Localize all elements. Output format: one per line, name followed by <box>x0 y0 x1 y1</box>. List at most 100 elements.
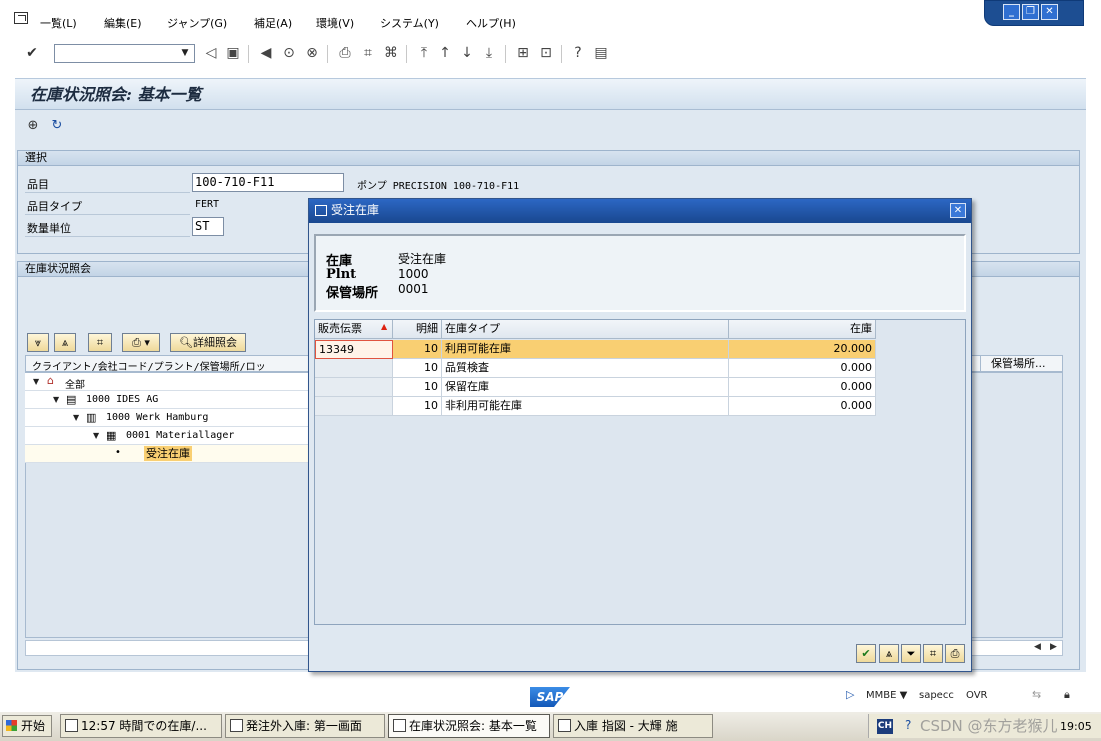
menu-extras[interactable]: 補足(A) <box>254 15 292 31</box>
input-mode[interactable]: OVR <box>966 690 987 701</box>
tree-column-title: クライアント/会社コード/プラント/保管場所/ロッ <box>32 362 266 373</box>
filter-button[interactable]: ⏷ <box>901 644 921 663</box>
task-goods-receipt[interactable]: 発注外入庫: 第一画面 <box>225 714 385 738</box>
exit-icon[interactable]: ⊙ <box>281 45 297 61</box>
refresh-icon[interactable]: ↻ <box>49 118 65 134</box>
cell-sales-document[interactable]: 13349 <box>315 340 393 359</box>
first-page-icon[interactable]: ⤒ <box>416 45 432 61</box>
help-icon[interactable]: ? <box>570 45 586 61</box>
last-page-icon[interactable]: ⤓ <box>481 45 497 61</box>
expand-icon: ⩔ <box>34 336 42 349</box>
task-stock-at-time[interactable]: 12:57 時間での在庫/... <box>60 714 222 738</box>
expanded-triangle-icon[interactable]: ▼ <box>73 413 79 422</box>
cell-stock[interactable]: 20.000 <box>729 340 876 359</box>
tree-row-sales-order-stock[interactable]: • 受注在庫 <box>25 445 315 463</box>
cell-item[interactable]: 10 <box>393 397 442 416</box>
cancel-icon[interactable]: ⊗ <box>304 45 320 61</box>
dialog-title-bar[interactable]: 受注在庫 ✕ <box>309 199 971 223</box>
find-button[interactable]: ⌗ <box>923 644 943 663</box>
column-header-item[interactable]: 明細 <box>393 320 442 339</box>
detail-display-button[interactable]: 🔍︎詳細照会 <box>170 333 246 352</box>
previous-page-icon[interactable]: ↑ <box>437 45 453 61</box>
cell-stock[interactable]: 0.000 <box>729 359 876 378</box>
find-next-icon[interactable]: ⌘ <box>383 45 399 61</box>
task-label: 発注外入庫: 第一画面 <box>246 719 362 733</box>
print-button[interactable]: ⎙ <box>945 644 965 663</box>
task-goods-receipt-order[interactable]: 入庫 指図 - 大輝 施 <box>553 714 713 738</box>
cell-sales-document[interactable] <box>315 359 393 378</box>
back-icon[interactable]: ◀ <box>258 45 274 61</box>
column-header-sales-document[interactable]: 販売伝票 ▲ <box>315 320 393 339</box>
save-icon[interactable]: ▣ <box>225 45 241 61</box>
column-header-stock[interactable]: 在庫 <box>729 320 876 339</box>
menu-help[interactable]: ヘルプ(H) <box>466 15 516 31</box>
find-icon[interactable]: ⌗ <box>360 45 376 61</box>
filter-icon: ⏷ <box>906 647 916 660</box>
cell-sales-document[interactable] <box>315 378 393 397</box>
close-icon[interactable]: ✕ <box>950 203 966 218</box>
material-input[interactable]: 100-710-F11 <box>192 173 344 192</box>
find-button[interactable]: ⌗ <box>88 333 112 352</box>
tree-row-company[interactable]: ▼ ▤ 1000 IDES AG <box>25 391 315 409</box>
chevron-down-icon[interactable]: ▼ <box>178 46 192 61</box>
expand-all-button[interactable]: ⩔ <box>27 333 49 352</box>
lock-icon[interactable]: 🔒︎ <box>1064 688 1070 702</box>
storage-location-label: 保管場所 <box>326 286 379 301</box>
tree-row-all[interactable]: ▼ ⌂ 全部 <box>25 373 315 391</box>
close-icon[interactable]: ✕ <box>1041 4 1058 20</box>
menu-list[interactable]: 一覧(L) <box>40 15 77 31</box>
language-indicator[interactable]: CH <box>877 719 893 734</box>
print-button[interactable]: ⎙ ▾ <box>122 333 160 352</box>
sort-button[interactable]: ⩓ <box>879 644 899 663</box>
tree-label: 0001 Materiallager <box>126 430 235 441</box>
cell-stock[interactable]: 0.000 <box>729 378 876 397</box>
cell-item[interactable]: 10 <box>393 378 442 397</box>
restore-icon[interactable]: ❐ <box>1022 4 1039 20</box>
cell-item[interactable]: 10 <box>393 359 442 378</box>
scroll-right-icon[interactable]: ▶ <box>1050 642 1057 652</box>
back-arrow-icon[interactable]: ◁ <box>203 45 219 61</box>
expanded-triangle-icon[interactable]: ▼ <box>33 377 39 386</box>
menu-window-icon[interactable] <box>14 12 28 24</box>
print-icon[interactable]: ⎙ <box>337 45 353 61</box>
column-header-stock-type[interactable]: 在庫タイプ <box>442 320 729 339</box>
cell-stock-type[interactable]: 利用可能在庫 <box>442 340 729 359</box>
hierarchy-icon[interactable]: ⊕ <box>25 118 41 134</box>
transaction-label: MMBE <box>866 690 897 701</box>
menu-system[interactable]: システム(Y) <box>380 15 439 31</box>
task-stock-overview[interactable]: 在庫状況照会: 基本一覧 <box>388 714 550 738</box>
menu-edit[interactable]: 編集(E) <box>104 15 142 31</box>
cell-item[interactable]: 10 <box>393 340 442 359</box>
layout-icon[interactable]: ▤ <box>593 45 609 61</box>
cell-stock-type[interactable]: 品質検査 <box>442 359 729 378</box>
shortcut-icon[interactable]: ⊡ <box>538 45 554 61</box>
cell-stock[interactable]: 0.000 <box>729 397 876 416</box>
confirm-button[interactable]: ✔ <box>856 644 876 663</box>
expanded-triangle-icon[interactable]: ▼ <box>93 431 99 440</box>
storage-location-column[interactable]: 保管場所... <box>980 356 1062 371</box>
command-field[interactable] <box>54 44 195 63</box>
play-icon[interactable]: ▷ <box>846 688 854 701</box>
help-icon[interactable]: ? <box>905 718 911 732</box>
cell-sales-document[interactable] <box>315 397 393 416</box>
new-session-icon[interactable]: ⊞ <box>515 45 531 61</box>
collapse-all-button[interactable]: ⩓ <box>54 333 76 352</box>
window-controls: _ ❐ ✕ <box>984 0 1084 26</box>
tree-row-plant[interactable]: ▼ ▥ 1000 Werk Hamburg <box>25 409 315 427</box>
transaction-code[interactable]: MMBE ▼ <box>866 690 907 701</box>
unit-input[interactable]: ST <box>192 217 224 236</box>
tree-row-storage-location[interactable]: ▼ ▦ 0001 Materiallager <box>25 427 315 445</box>
expanded-triangle-icon[interactable]: ▼ <box>53 395 59 404</box>
menu-environment[interactable]: 環境(V) <box>316 15 354 31</box>
cell-stock-type[interactable]: 非利用可能在庫 <box>442 397 729 416</box>
menu-goto[interactable]: ジャンプ(G) <box>167 15 227 31</box>
next-page-icon[interactable]: ↓ <box>459 45 475 61</box>
layout-icon[interactable]: ⇆ <box>1032 688 1041 701</box>
scroll-left-icon[interactable]: ◀ <box>1034 642 1041 652</box>
sort-ascending-icon: ▲ <box>381 322 388 331</box>
tree-label: 全部 <box>65 380 85 391</box>
cell-stock-type[interactable]: 保留在庫 <box>442 378 729 397</box>
server-name: sapecc <box>919 690 954 701</box>
enter-icon[interactable]: ✔ <box>24 45 40 61</box>
minimize-icon[interactable]: _ <box>1003 4 1020 20</box>
